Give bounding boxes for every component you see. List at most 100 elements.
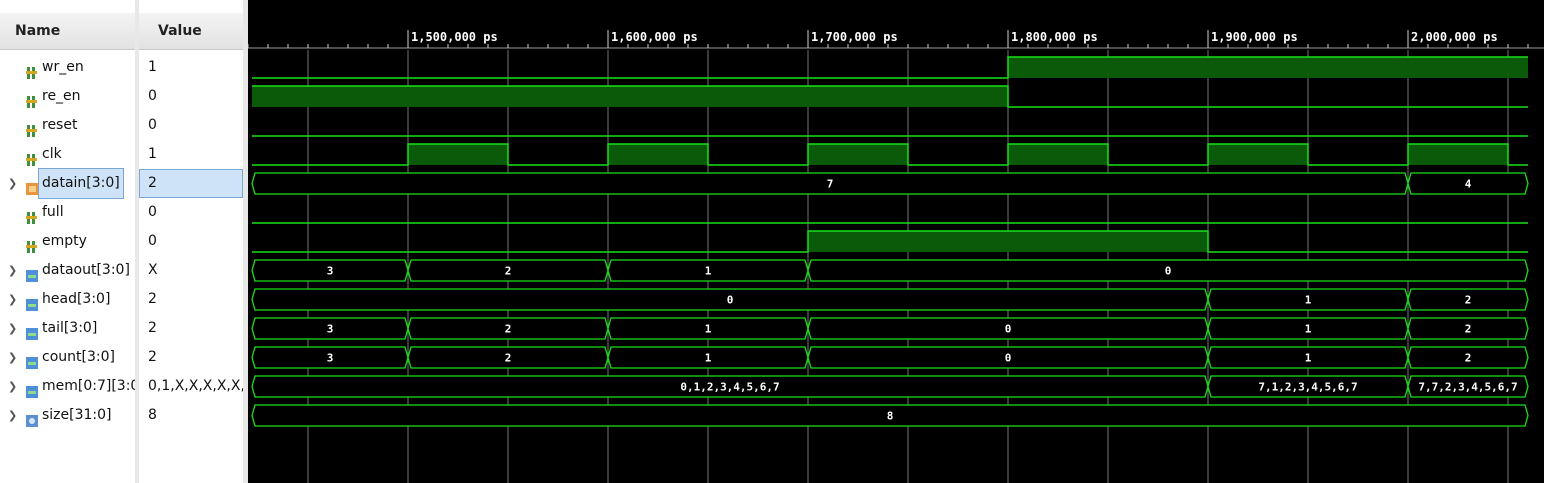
signal-row[interactable]: empty — [0, 227, 135, 256]
signal-value[interactable]: 2 — [139, 169, 243, 198]
signal-value[interactable]: 1 — [139, 140, 243, 169]
signal-name: mem[0:7][3:0] — [42, 378, 145, 394]
signal-name: head[3:0] — [42, 291, 111, 307]
signal-type-icon — [26, 235, 37, 253]
signal-type-icon — [26, 380, 38, 398]
signal-value[interactable]: 0 — [139, 198, 243, 227]
signal-type-icon — [26, 90, 37, 108]
name-column-top — [0, 0, 135, 13]
wave-bus-value: 2 — [1465, 294, 1472, 307]
signal-row[interactable]: ❯ count[3:0] — [0, 343, 135, 372]
wave-bus-value: 0 — [1005, 352, 1012, 365]
wave-bus-value: 2 — [505, 265, 512, 278]
signal-value[interactable]: 0,1,X,X,X,X,X,X — [139, 372, 243, 401]
signal-name: wr_en — [42, 59, 84, 75]
expand-chevron-icon[interactable]: ❯ — [8, 343, 17, 372]
ruler-label: 1,700,000 ps — [811, 30, 898, 44]
signal-row[interactable]: re_en — [0, 82, 135, 111]
wave-bus-value: 2 — [1465, 352, 1472, 365]
wave-bus-value: 8 — [887, 410, 894, 423]
wave-bus-value: 1 — [1305, 323, 1312, 336]
wave-high-fill — [408, 144, 508, 165]
wave-bus-value: 7 — [827, 178, 834, 191]
signal-name: dataout[3:0] — [42, 262, 130, 278]
signal-row[interactable]: reset — [0, 111, 135, 140]
wave-high-fill — [1208, 144, 1308, 165]
signal-row[interactable]: wr_en — [0, 53, 135, 82]
signal-value[interactable]: X — [139, 256, 243, 285]
signal-row[interactable]: ❯ head[3:0] — [0, 285, 135, 314]
wave-bus-value: 2 — [1465, 323, 1472, 336]
value-column-top — [139, 0, 243, 13]
signal-name: full — [42, 204, 64, 220]
wave-high-fill — [1408, 144, 1508, 165]
signal-row[interactable]: ❯ datain[3:0] — [0, 168, 135, 199]
signal-type-icon — [26, 351, 38, 369]
wave-high-fill — [608, 144, 708, 165]
wave-high-fill — [252, 86, 1008, 107]
wave-high-fill — [808, 231, 1208, 252]
expand-chevron-icon[interactable]: ❯ — [8, 169, 17, 198]
wave-bus-value: 1 — [1305, 294, 1312, 307]
signal-type-icon — [26, 322, 38, 340]
wave-bus-value: 3 — [327, 323, 334, 336]
signal-value[interactable]: 1 — [139, 53, 243, 82]
wave-bus-value: 1 — [705, 265, 712, 278]
signal-row[interactable]: ❯ size[31:0] — [0, 401, 135, 430]
signal-type-icon — [26, 61, 37, 79]
signal-row[interactable]: ❯ tail[3:0] — [0, 314, 135, 343]
wave-high-fill — [1008, 57, 1528, 78]
wave-high-fill — [808, 144, 908, 165]
waveform-canvas[interactable]: 1,500,000 ps 1,600,000 ps 1,700,000 ps 1,80… — [248, 0, 1544, 483]
signal-row[interactable]: full — [0, 198, 135, 227]
signal-type-icon — [26, 293, 38, 311]
signal-name: reset — [42, 117, 78, 133]
signal-value[interactable]: 2 — [139, 285, 243, 314]
signal-type-icon — [26, 409, 38, 427]
wave-bus-value: 1 — [705, 352, 712, 365]
signal-value[interactable]: 2 — [139, 314, 243, 343]
signal-name: datain[3:0] — [38, 168, 124, 199]
wave-high-fill — [1008, 144, 1108, 165]
wave-bus-value: 0,1,2,3,4,5,6,7 — [680, 381, 779, 394]
signal-type-icon — [26, 206, 37, 224]
expand-chevron-icon[interactable]: ❯ — [8, 256, 17, 285]
signal-name: re_en — [42, 88, 81, 104]
signal-type-icon — [26, 264, 38, 282]
ruler-label: 1,500,000 ps — [411, 30, 498, 44]
signal-value[interactable]: 2 — [139, 343, 243, 372]
signal-value[interactable]: 8 — [139, 401, 243, 430]
ruler-label: 1,800,000 ps — [1011, 30, 1098, 44]
signal-value[interactable]: 0 — [139, 82, 243, 111]
signal-value[interactable]: 0 — [139, 227, 243, 256]
wave-bus-value: 1 — [1305, 352, 1312, 365]
wave-bus-value: 7,7,2,3,4,5,6,7 — [1418, 381, 1517, 394]
wave-bus-value: 3 — [327, 265, 334, 278]
wave-bus-value: 7,1,2,3,4,5,6,7 — [1258, 381, 1357, 394]
wave-bus-value: 2 — [505, 323, 512, 336]
value-column-header[interactable]: Value — [139, 13, 243, 50]
signal-type-icon — [26, 119, 37, 137]
ruler-label: 1,900,000 ps — [1211, 30, 1298, 44]
expand-chevron-icon[interactable]: ❯ — [8, 285, 17, 314]
expand-chevron-icon[interactable]: ❯ — [8, 401, 17, 430]
wave-bus-value: 1 — [705, 323, 712, 336]
signal-row[interactable]: ❯ mem[0:7][3:0] — [0, 372, 145, 401]
expand-chevron-icon[interactable]: ❯ — [8, 372, 17, 401]
signal-row[interactable]: clk — [0, 140, 135, 169]
signal-name: empty — [42, 233, 87, 249]
signal-value[interactable]: 0 — [139, 111, 243, 140]
wave-bus-value: 2 — [505, 352, 512, 365]
wave-bus-value: 3 — [327, 352, 334, 365]
signal-name: count[3:0] — [42, 349, 115, 365]
name-column: Name wr_en re_enreset clk ❯ datain[3:0] full e… — [0, 0, 145, 483]
expand-chevron-icon[interactable]: ❯ — [8, 314, 17, 343]
wave-bus-value: 0 — [1005, 323, 1012, 336]
name-column-header[interactable]: Name — [0, 13, 135, 50]
signal-name: clk — [42, 146, 62, 162]
signal-name: tail[3:0] — [42, 320, 98, 336]
value-column: Value 1001200X2220,1,X,X,X,X,X,X8 — [139, 0, 243, 483]
signal-row[interactable]: ❯ dataout[3:0] — [0, 256, 135, 285]
ruler-label: 2,000,000 ps — [1411, 30, 1498, 44]
ruler-label: 1,600,000 ps — [611, 30, 698, 44]
